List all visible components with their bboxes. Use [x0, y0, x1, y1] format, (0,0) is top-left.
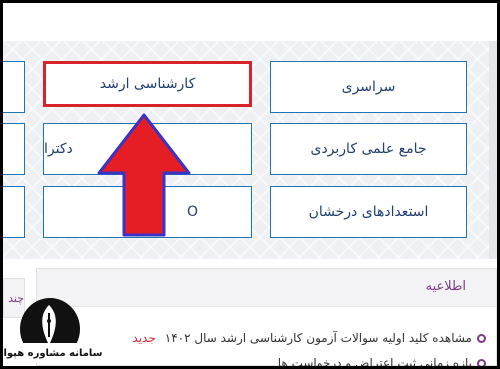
announcements-panel: اطلاعیه مشاهده کلید اولیه سوالات آزمون ک… [36, 268, 497, 366]
pen-nib-icon [42, 305, 56, 345]
bullet-icon [477, 333, 486, 343]
screenshot-frame: کارشناسی ارشد سراسری دکترا جامع علمی کار… [0, 0, 500, 369]
masters-exam-button[interactable]: کارشناسی ارشد [43, 61, 252, 107]
news-item-text[interactable]: مشاهده کلید اولیه سوالات آزمون کارشناسی … [165, 331, 472, 345]
arrow-shape [97, 113, 191, 237]
partial-button-left-1[interactable] [3, 61, 25, 113]
web-page: کارشناسی ارشد سراسری دکترا جامع علمی کار… [3, 3, 497, 366]
bullet-icon [477, 358, 486, 366]
applied-science-exam-button[interactable]: جامع علمی کاربردی [270, 123, 467, 175]
top-strip [3, 3, 497, 41]
partial-button-left-3[interactable] [3, 186, 25, 238]
exam-selection-banner: کارشناسی ارشد سراسری دکترا جامع علمی کار… [3, 41, 497, 259]
logo-caption: سامانه مشاوره هپوا [3, 343, 103, 363]
national-exam-button[interactable]: سراسری [270, 61, 467, 113]
news-item[interactable]: بازه زمانی ثبت اعتراض و درخواست ها [278, 356, 486, 366]
announcements-header: اطلاعیه [37, 269, 496, 307]
news-item[interactable]: مشاهده کلید اولیه سوالات آزمون کارشناسی … [132, 331, 486, 345]
announcements-title: اطلاعیه [425, 279, 466, 294]
news-item-text[interactable]: بازه زمانی ثبت اعتراض و درخواست ها [278, 356, 472, 366]
talented-students-button[interactable]: استعدادهای درخشان [270, 186, 467, 238]
up-arrow-annotation [97, 113, 191, 237]
side-tab[interactable]: چند [3, 278, 25, 318]
partial-button-left-2[interactable] [3, 123, 25, 175]
new-badge: جدید [132, 331, 156, 345]
banner-right-edge [489, 41, 497, 259]
